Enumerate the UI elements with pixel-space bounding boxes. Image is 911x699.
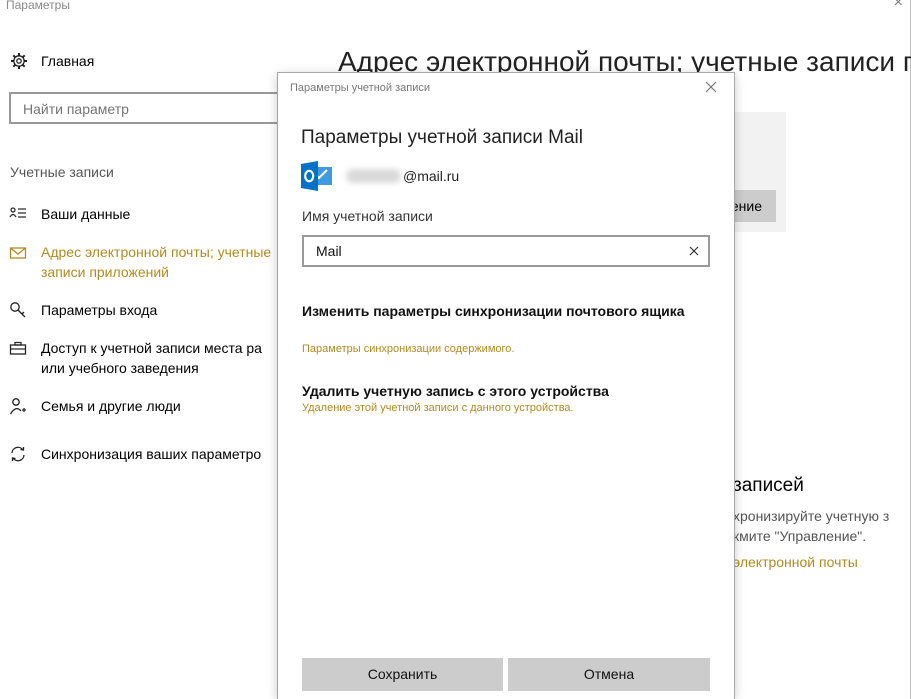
account-email: @mail.ru bbox=[403, 168, 460, 184]
account-name-label: Имя учетной записи bbox=[302, 208, 433, 224]
sidebar-item-email-accounts[interactable]: Адрес электронной почты; учетные записи п… bbox=[9, 242, 271, 282]
account-name-input[interactable] bbox=[314, 242, 678, 260]
close-icon[interactable] bbox=[705, 81, 717, 93]
window-close-button[interactable]: × bbox=[894, 0, 903, 12]
gear-icon bbox=[11, 53, 27, 69]
outlook-icon bbox=[301, 161, 332, 191]
sync-icon bbox=[11, 446, 25, 462]
sidebar-item-label-line1: Адрес электронной почты; учетные bbox=[41, 244, 272, 260]
blurred-username bbox=[346, 169, 401, 183]
sidebar-item-label: Адрес электронной почты; учетные записи п… bbox=[41, 242, 271, 282]
section-subheading: записей bbox=[733, 475, 804, 496]
home-label: Главная bbox=[41, 53, 95, 69]
background-right-content: записей хронизируйте учетную з кмите "Уп… bbox=[733, 0, 911, 699]
search-box[interactable] bbox=[9, 92, 299, 124]
delete-account-description: Удаление этой учетной записи с данного у… bbox=[302, 402, 574, 414]
sidebar-item-label: Параметры входа bbox=[41, 302, 158, 318]
section-label: Учетные записи bbox=[10, 164, 114, 180]
account-name-field[interactable] bbox=[302, 235, 710, 267]
clear-icon[interactable] bbox=[688, 245, 700, 257]
manage-button-label: ление bbox=[733, 198, 762, 214]
sync-settings-description: Параметры синхронизации содержимого. bbox=[302, 343, 515, 355]
sidebar-item-family[interactable]: Семья и другие люди bbox=[9, 396, 181, 416]
sync-settings-link[interactable]: Изменить параметры синхронизации почтово… bbox=[302, 301, 692, 321]
sidebar-item-label: Ваши данные bbox=[41, 206, 131, 222]
info-text-line2: кмите "Управление". bbox=[733, 528, 867, 544]
manage-button[interactable]: ление bbox=[733, 190, 776, 222]
person-add-icon bbox=[9, 398, 26, 415]
sidebar-item-sign-in-options[interactable]: Параметры входа bbox=[9, 300, 157, 320]
person-card-icon bbox=[9, 207, 26, 218]
dialog-title: Параметры учетной записи bbox=[290, 82, 431, 94]
account-identity: @mail.ru bbox=[301, 161, 459, 191]
sidebar-item-label-line2: записи приложений bbox=[41, 264, 169, 280]
dialog-heading: Параметры учетной записи Mail bbox=[301, 127, 583, 148]
delete-account-link[interactable]: Удалить учетную запись с этого устройств… bbox=[302, 381, 692, 401]
save-button[interactable]: Сохранить bbox=[302, 658, 503, 691]
info-text-line1: хронизируйте учетную з bbox=[733, 508, 890, 524]
mail-icon bbox=[9, 247, 27, 259]
sidebar-item-label: Семья и другие люди bbox=[41, 398, 181, 414]
email-link[interactable]: электронной почты bbox=[733, 554, 858, 570]
cancel-button[interactable]: Отмена bbox=[508, 658, 710, 691]
sidebar-item-label-line2: или учебного заведения bbox=[41, 360, 199, 376]
sidebar-item-label-line1: Доступ к учетной записи места ра bbox=[41, 340, 262, 356]
sidebar-item-work-access[interactable]: Доступ к учетной записи места ра или учеб… bbox=[9, 338, 262, 378]
briefcase-icon bbox=[9, 341, 27, 355]
sidebar-item-sync[interactable]: Синхронизация ваших параметро bbox=[9, 444, 261, 464]
window-title: Параметры bbox=[6, 0, 70, 12]
sidebar-item-your-info[interactable]: Ваши данные bbox=[9, 204, 130, 224]
key-icon bbox=[10, 302, 26, 318]
sidebar-item-label: Доступ к учетной записи места ра или учеб… bbox=[41, 338, 262, 378]
sidebar-item-label: Синхронизация ваших параметро bbox=[41, 446, 262, 462]
search-input[interactable] bbox=[21, 100, 275, 118]
account-settings-dialog: Параметры учетной записи Параметры учетн… bbox=[278, 73, 734, 699]
sidebar-home[interactable]: Главная bbox=[10, 52, 94, 70]
